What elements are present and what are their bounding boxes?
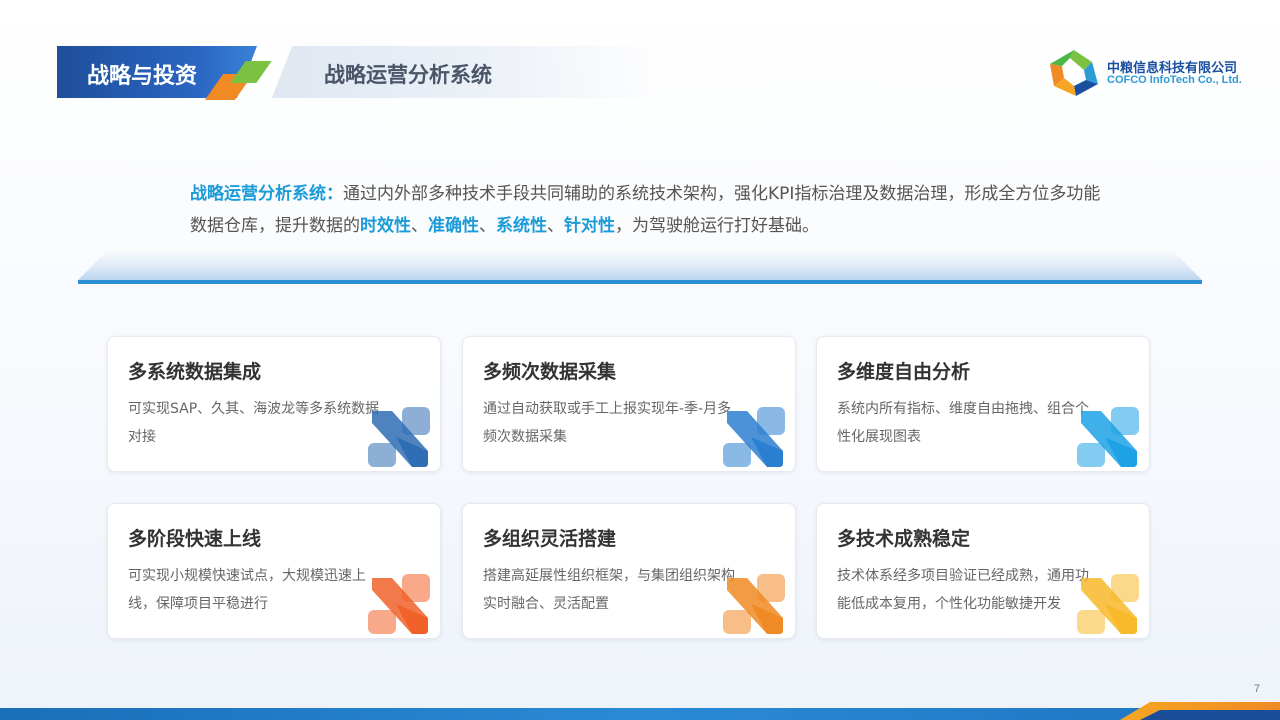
card-title: 多系统数据集成 (128, 361, 262, 383)
card-title: 多维度自由分析 (837, 361, 971, 383)
keyword-systematic: 系统性 (496, 216, 547, 236)
keyword-accuracy: 准确性 (428, 216, 479, 236)
company-name-en: COFCO InfoTech Co., Ltd. (1107, 74, 1242, 86)
feature-card-6: 多技术成熟稳定 技术体系经多项目验证已经成熟，通用功能低成本复用，个性化功能敏捷… (816, 503, 1150, 639)
intro-sep-2: 、 (479, 216, 496, 236)
intro-sep-1: 、 (411, 216, 428, 236)
chevron-blocks-icon (1077, 574, 1139, 634)
intro-sep-3: 、 (547, 216, 564, 236)
decorative-shelf (78, 250, 1202, 280)
chevron-blocks-icon (368, 407, 430, 467)
card-description: 可实现SAP、久其、海波龙等多系统数据对接 (128, 401, 380, 445)
keyword-targeted: 针对性 (564, 216, 615, 236)
cofco-logo-icon (1050, 50, 1098, 96)
intro-lead: 战略运营分析系统： (190, 184, 343, 204)
section-tag-label: 战略与投资 (87, 64, 198, 89)
card-title: 多组织灵活搭建 (483, 528, 617, 550)
page-title: 战略运营分析系统 (324, 63, 492, 87)
page-number: 7 (1253, 683, 1260, 695)
divider-line (78, 280, 1202, 284)
bottom-accent-dark (1140, 710, 1280, 720)
card-title: 多频次数据采集 (483, 361, 617, 383)
intro-text-2: ，为驾驶舱运行打好基础。 (615, 216, 819, 236)
card-title: 多技术成熟稳定 (837, 528, 971, 550)
card-description: 搭建高延展性组织框架，与集团组织架构实时融合、灵活配置 (483, 568, 735, 612)
chevron-blocks-icon (723, 574, 785, 634)
feature-card-3: 多维度自由分析 系统内所有指标、维度自由拖拽、组合个性化展现图表 (816, 336, 1150, 472)
chevron-blocks-icon (368, 574, 430, 634)
card-description: 技术体系经多项目验证已经成熟，通用功能低成本复用，个性化功能敏捷开发 (837, 568, 1089, 612)
card-title: 多阶段快速上线 (128, 528, 262, 550)
card-description: 可实现小规模快速试点，大规模迅速上线，保障项目平稳进行 (128, 568, 366, 612)
card-description: 通过自动获取或手工上报实现年-季-月多频次数据采集 (483, 401, 732, 445)
feature-card-1: 多系统数据集成 可实现SAP、久其、海波龙等多系统数据对接 (107, 336, 441, 472)
chevron-blocks-icon (723, 407, 785, 467)
keyword-timeliness: 时效性 (360, 216, 411, 236)
feature-card-2: 多频次数据采集 通过自动获取或手工上报实现年-季-月多频次数据采集 (462, 336, 796, 472)
feature-card-4: 多阶段快速上线 可实现小规模快速试点，大规模迅速上线，保障项目平稳进行 (107, 503, 441, 639)
bottom-bar (0, 708, 1280, 720)
chevron-blocks-icon (1077, 407, 1139, 467)
card-description: 系统内所有指标、维度自由拖拽、组合个性化展现图表 (837, 401, 1089, 445)
intro-paragraph: 战略运营分析系统：通过内外部多种技术手段共同辅助的系统技术架构，强化KPI指标治… (190, 178, 1110, 242)
feature-card-5: 多组织灵活搭建 搭建高延展性组织框架，与集团组织架构实时融合、灵活配置 (462, 503, 796, 639)
subtitle-band: 战略运营分析系统 (272, 46, 662, 98)
